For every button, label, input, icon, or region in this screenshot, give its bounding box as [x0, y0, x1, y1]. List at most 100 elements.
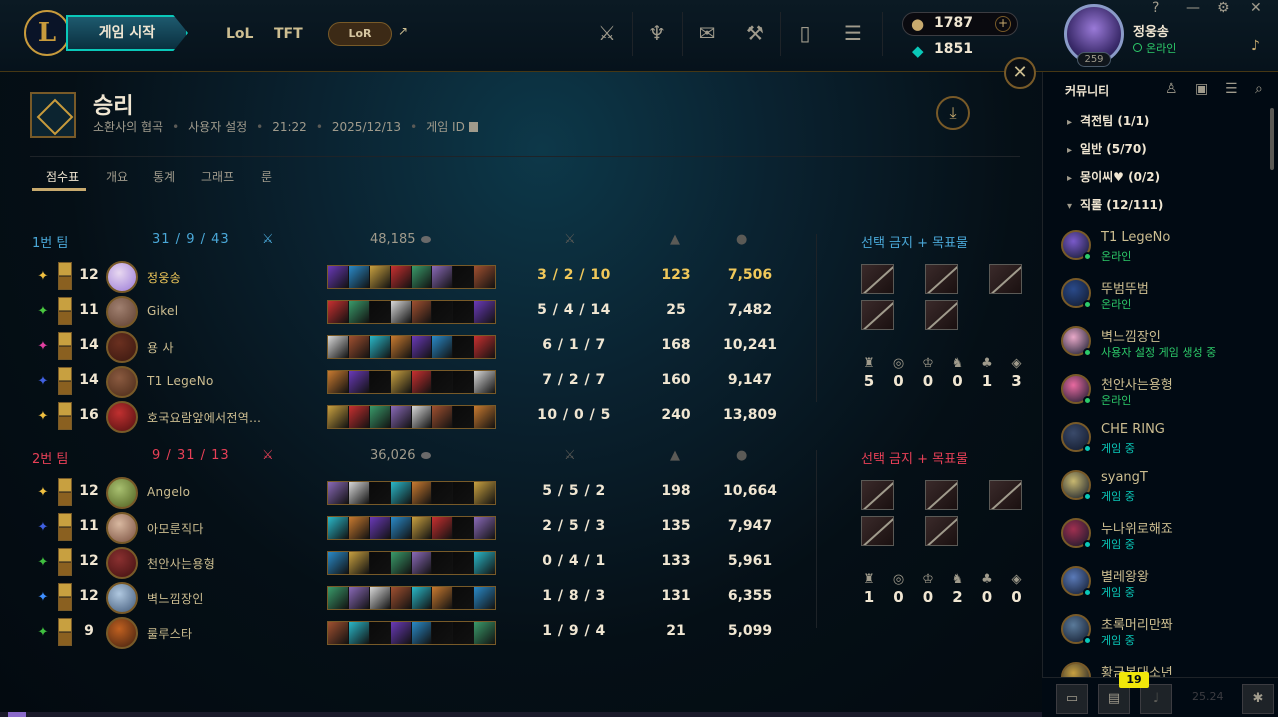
friend-item[interactable]: 뚜범뚜범 온라인 [1061, 278, 1271, 324]
item-slot[interactable] [453, 301, 475, 323]
champion-portrait[interactable] [106, 331, 138, 363]
friend-item[interactable]: 누나위로해죠 게임 중 [1061, 518, 1271, 564]
item-slot[interactable] [453, 336, 475, 358]
item-slot[interactable] [411, 266, 433, 288]
item-slot[interactable] [411, 371, 433, 393]
item-slot[interactable] [453, 517, 475, 539]
profile-name[interactable]: 정웅송 [1133, 21, 1169, 40]
play-button[interactable]: 게임 시작 [66, 15, 188, 51]
nav-tft[interactable]: TFT [274, 26, 303, 42]
item-slot[interactable] [328, 517, 349, 539]
rp-wallet[interactable]: ● 1787 + [902, 12, 1018, 36]
item-slot[interactable] [474, 622, 495, 644]
item-slot[interactable] [474, 371, 495, 393]
item-slot[interactable] [474, 482, 495, 504]
summoner-spells[interactable] [58, 618, 72, 646]
friend-item[interactable]: 벽느낌장인 사용자 설정 게임 생성 중 [1061, 326, 1271, 372]
friend-item[interactable]: 초록머리만쫘 게임 중 [1061, 614, 1271, 660]
summoner-spells[interactable] [58, 262, 72, 290]
item-slot[interactable] [369, 301, 391, 323]
item-slot[interactable] [369, 266, 391, 288]
friend-group[interactable]: ▸ 일반 (5/70) [1067, 140, 1147, 157]
item-slot[interactable] [369, 482, 391, 504]
player-row[interactable]: ✦ 14 용 사 6 / 1 / 7 168 10,241 [0, 330, 800, 364]
player-row[interactable]: ✦ 12 벽느낌장인 1 / 8 / 3 131 6,355 [0, 581, 800, 615]
item-slot[interactable] [432, 517, 454, 539]
item-slot[interactable] [453, 406, 475, 428]
social-scrollbar[interactable] [1270, 108, 1274, 170]
keystone-rune-icon[interactable]: ✦ [34, 554, 52, 572]
champion-portrait[interactable] [106, 296, 138, 328]
player-row[interactable]: ✦ 12 Angelo 5 / 5 / 2 198 10,664 [0, 476, 800, 510]
champion-portrait[interactable] [106, 582, 138, 614]
tab-runes[interactable]: 룬 [261, 168, 272, 185]
bug-report-button[interactable]: ✱ [1242, 684, 1274, 714]
summoner-spells[interactable] [58, 402, 72, 430]
item-slot[interactable] [432, 552, 454, 574]
item-slot[interactable] [432, 622, 454, 644]
item-slot[interactable] [411, 336, 433, 358]
summoner-name[interactable]: 천안사는용형 [147, 555, 215, 572]
champion-portrait[interactable] [106, 512, 138, 544]
summoner-spells[interactable] [58, 513, 72, 541]
champion-portrait[interactable] [106, 401, 138, 433]
copy-icon[interactable] [468, 122, 478, 132]
item-slot[interactable] [474, 552, 495, 574]
player-row[interactable]: ✦ 9 룰루스타 1 / 9 / 4 21 5,099 [0, 616, 800, 650]
friend-item[interactable]: T1 LegeNo 온라인 [1061, 230, 1271, 276]
item-slot[interactable] [348, 517, 370, 539]
summoner-spells[interactable] [58, 332, 72, 360]
missions-button[interactable]: ▤ [1098, 684, 1130, 714]
item-slot[interactable] [474, 266, 495, 288]
champion-portrait[interactable] [106, 477, 138, 509]
item-slot[interactable] [453, 482, 475, 504]
keystone-rune-icon[interactable]: ✦ [34, 408, 52, 426]
summoner-spells[interactable] [58, 297, 72, 325]
item-slot[interactable] [411, 622, 433, 644]
item-slot[interactable] [390, 336, 412, 358]
item-slot[interactable] [348, 587, 370, 609]
item-slot[interactable] [432, 406, 454, 428]
list-view-icon[interactable]: ☰ [1225, 81, 1238, 97]
item-slot[interactable] [348, 371, 370, 393]
player-row[interactable]: ✦ 11 Gikel 5 / 4 / 14 25 7,482 [0, 295, 800, 329]
worlds-icon[interactable]: ⚔ [594, 20, 620, 46]
item-slot[interactable] [411, 301, 433, 323]
item-slot[interactable] [453, 552, 475, 574]
champion-portrait[interactable] [106, 261, 138, 293]
item-slot[interactable] [411, 587, 433, 609]
item-slot[interactable] [390, 482, 412, 504]
item-slot[interactable] [348, 622, 370, 644]
item-slot[interactable] [328, 301, 349, 323]
item-slot[interactable] [328, 406, 349, 428]
item-slot[interactable] [432, 587, 454, 609]
tab-scoreboard[interactable]: 점수표 [46, 168, 79, 185]
item-slot[interactable] [453, 371, 475, 393]
item-slot[interactable] [390, 517, 412, 539]
summoner-spells[interactable] [58, 478, 72, 506]
player-row[interactable]: ✦ 12 천안사는용형 0 / 4 / 1 133 5,961 [0, 546, 800, 580]
item-slot[interactable] [390, 266, 412, 288]
friend-item[interactable]: CHE RING 게임 중 [1061, 422, 1271, 468]
item-slot[interactable] [348, 482, 370, 504]
summoner-name[interactable]: 호국요람앞에서전역… [147, 409, 261, 426]
item-slot[interactable] [390, 371, 412, 393]
help-button[interactable]: ? [1152, 0, 1159, 16]
add-folder-icon[interactable]: ▣ [1195, 81, 1208, 97]
item-slot[interactable] [348, 301, 370, 323]
search-icon[interactable]: ⌕ [1255, 81, 1263, 97]
item-slot[interactable] [369, 517, 391, 539]
summoner-spells[interactable] [58, 367, 72, 395]
trophy-icon[interactable]: ♆ [644, 20, 670, 46]
friend-item[interactable]: syangT 게임 중 [1061, 470, 1271, 516]
item-slot[interactable] [390, 587, 412, 609]
collection-icon[interactable]: ▯ [792, 20, 818, 46]
champion-portrait[interactable] [106, 547, 138, 579]
summoner-name[interactable]: 벽느낌장인 [147, 590, 204, 607]
item-slot[interactable] [453, 266, 475, 288]
item-slot[interactable] [411, 406, 433, 428]
item-slot[interactable] [432, 336, 454, 358]
summoner-name[interactable]: Gikel [147, 304, 178, 318]
player-row[interactable]: ✦ 16 호국요람앞에서전역… 10 / 0 / 5 240 13,809 [0, 400, 800, 434]
download-replay-button[interactable]: ⤓ [936, 96, 970, 130]
